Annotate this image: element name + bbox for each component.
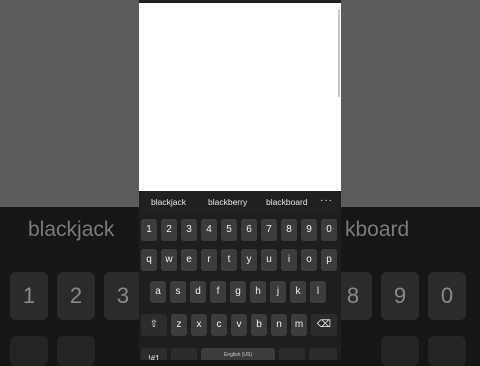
background-key: 2: [57, 272, 95, 320]
suggestion-blackjack[interactable]: blackjack: [151, 197, 186, 207]
suggestion-blackberry[interactable]: blackberry: [208, 197, 247, 207]
asdf-row: a s d f g h j k l: [139, 281, 341, 303]
suggestion-blackboard[interactable]: blackboard: [266, 197, 308, 207]
key-8[interactable]: 8: [281, 219, 297, 241]
key-a[interactable]: a: [150, 281, 166, 303]
background-key: 3: [104, 272, 142, 320]
key-m[interactable]: m: [291, 314, 307, 336]
key-i[interactable]: i: [281, 249, 297, 271]
key-h[interactable]: h: [250, 281, 266, 303]
key-y[interactable]: y: [241, 249, 257, 271]
key-r[interactable]: r: [201, 249, 217, 271]
key-p[interactable]: p: [321, 249, 337, 271]
background-suggestion-left: blackjack: [28, 218, 115, 241]
key-t[interactable]: t: [221, 249, 237, 271]
content-area[interactable]: [139, 3, 341, 191]
bottom-row: !#1 English (US): [139, 348, 341, 360]
period-key[interactable]: [279, 348, 305, 360]
keyboard: 1 2 3 4 5 6 7 8 9 0 q w e r t y u i o p …: [139, 213, 341, 360]
key-7[interactable]: 7: [261, 219, 277, 241]
enter-key[interactable]: [309, 348, 337, 360]
phone-screen: blackjack blackberry blackboard ··· 1 2 …: [139, 0, 341, 360]
key-u[interactable]: u: [261, 249, 277, 271]
key-w[interactable]: w: [161, 249, 177, 271]
background-key: [428, 336, 466, 366]
key-9[interactable]: 9: [301, 219, 317, 241]
key-k[interactable]: k: [290, 281, 306, 303]
key-j[interactable]: j: [270, 281, 286, 303]
suggestion-bar: blackjack blackberry blackboard ···: [139, 191, 341, 213]
key-6[interactable]: 6: [241, 219, 257, 241]
zxcv-row: ⇧ z x c v b n m ⌫: [139, 314, 341, 336]
key-o[interactable]: o: [301, 249, 317, 271]
key-z[interactable]: z: [171, 314, 187, 336]
background-suggestion-right: kboard: [345, 218, 410, 241]
background-key: 1: [10, 272, 48, 320]
scrollbar[interactable]: [338, 9, 340, 97]
key-3[interactable]: 3: [181, 219, 197, 241]
key-1[interactable]: 1: [141, 219, 157, 241]
key-5[interactable]: 5: [221, 219, 237, 241]
key-0[interactable]: 0: [321, 219, 337, 241]
key-n[interactable]: n: [271, 314, 287, 336]
key-2[interactable]: 2: [161, 219, 177, 241]
number-row: 1 2 3 4 5 6 7 8 9 0: [139, 219, 341, 241]
key-x[interactable]: x: [191, 314, 207, 336]
key-b[interactable]: b: [251, 314, 267, 336]
key-v[interactable]: v: [231, 314, 247, 336]
background-key: 0: [428, 272, 466, 320]
key-f[interactable]: f: [210, 281, 226, 303]
backspace-icon[interactable]: ⌫: [311, 314, 337, 336]
key-q[interactable]: q: [141, 249, 157, 271]
background-key: 9: [381, 272, 419, 320]
background-key: [10, 336, 48, 366]
key-g[interactable]: g: [230, 281, 246, 303]
qwerty-row: q w e r t y u i o p: [139, 249, 341, 271]
key-l[interactable]: l: [310, 281, 326, 303]
comma-key[interactable]: [171, 348, 197, 360]
key-c[interactable]: c: [211, 314, 227, 336]
background-key: [381, 336, 419, 366]
background-key: [57, 336, 95, 366]
key-d[interactable]: d: [190, 281, 206, 303]
more-icon[interactable]: ···: [320, 195, 333, 206]
key-4[interactable]: 4: [201, 219, 217, 241]
space-bar[interactable]: English (US): [201, 348, 275, 360]
key-s[interactable]: s: [170, 281, 186, 303]
shift-icon[interactable]: ⇧: [141, 314, 167, 336]
key-e[interactable]: e: [181, 249, 197, 271]
symbols-key[interactable]: !#1: [141, 348, 167, 360]
